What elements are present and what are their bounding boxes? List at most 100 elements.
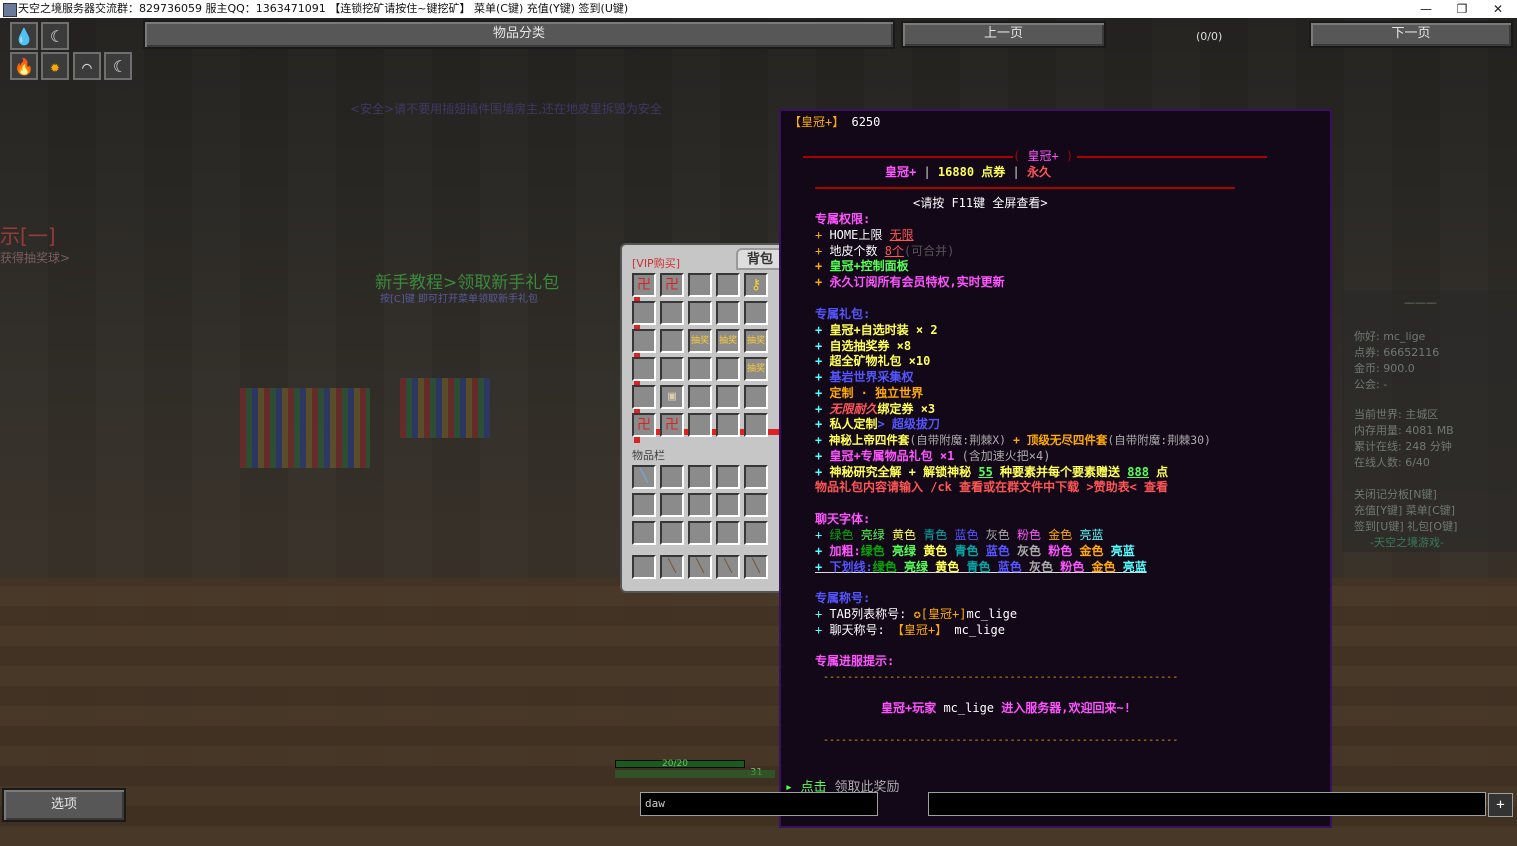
titles-title: 专属称号:: [815, 591, 871, 605]
gui-slot[interactable]: [688, 357, 712, 381]
privileges-title: 专属权限:: [815, 212, 871, 226]
gui-slot[interactable]: [632, 385, 656, 409]
inventory-slot[interactable]: [716, 465, 740, 489]
chat-input[interactable]: daw: [640, 792, 878, 816]
xp-text: 20/20: [662, 759, 688, 769]
gui-slot[interactable]: [688, 301, 712, 325]
inventory-slot[interactable]: [660, 493, 684, 517]
command-input[interactable]: [928, 792, 1486, 816]
inventory-slot[interactable]: [660, 521, 684, 545]
chat-font-colors: + 绿色 亮绿 黄色 青色 蓝色 灰色 粉色 金色 亮蓝: [815, 528, 1104, 542]
gui-slot[interactable]: [660, 329, 684, 353]
book-item-slot[interactable]: ▣: [660, 385, 684, 409]
scoreboard-line: 当前世界: 主城区: [1354, 408, 1439, 421]
gift-line: + 神秘上帝四件套(自带附魔:荆棘X) + 顶级无尽四件套(自带附魔:荆棘30): [815, 433, 1211, 447]
gui-slot[interactable]: [688, 273, 712, 297]
hotbar-slot[interactable]: ╲: [660, 555, 684, 579]
inventory-slot[interactable]: ╲: [632, 465, 656, 489]
scoreboard-divider: ———: [1404, 296, 1437, 309]
gui-slot[interactable]: [744, 385, 768, 409]
minimize-icon[interactable]: —: [1408, 0, 1444, 18]
inventory-slot[interactable]: [744, 465, 768, 489]
bookshelf: [400, 378, 490, 438]
app-icon: [3, 3, 17, 17]
scoreboard-sidebar: ——— 你好: mc_lige 点券: 66652116 金币: 900.0 公…: [1342, 290, 1517, 552]
gui-slot[interactable]: 卍: [660, 273, 684, 297]
scoreboard-line: 签到[U键] 礼包[O键]: [1354, 520, 1458, 533]
scoreboard-line: 你好: mc_lige: [1354, 330, 1426, 343]
gift-note: 物品礼包内容请输入 /ck 查看或在群文件中下载 >赞助表< 查看: [815, 480, 1169, 494]
inventory-slot[interactable]: [632, 521, 656, 545]
gift-line: + 皇冠+自选时装 × 2: [815, 323, 938, 337]
plus-button[interactable]: +: [1488, 793, 1513, 817]
scoreboard-line: 公会: -: [1354, 378, 1388, 391]
inventory-slot[interactable]: [716, 493, 740, 517]
scoreboard-line: 内存用量: 4081 MB: [1354, 424, 1454, 437]
bookshelf: [240, 388, 370, 468]
item-tooltip: 【皇冠+】 6250 ( 皇冠+ ) 皇冠+ | 16880 点券 | 永久 <…: [779, 109, 1332, 828]
gui-slot[interactable]: [716, 273, 740, 297]
gui-slot[interactable]: [632, 357, 656, 381]
vip-shop-title: [VIP购买]: [632, 257, 680, 270]
options-button[interactable]: 选项: [2, 788, 126, 822]
join-message: 皇冠+玩家 mc_lige 进入服务器,欢迎回来~!: [881, 701, 1131, 715]
xp-bar: [615, 770, 775, 778]
gui-slot[interactable]: [716, 385, 740, 409]
key-item-slot[interactable]: ⚷: [744, 273, 768, 297]
gui-slot[interactable]: 卍: [632, 413, 656, 437]
scoreboard-line: -天空之境游戏-: [1370, 536, 1444, 549]
decor-line: [803, 156, 1013, 158]
divider-line: ----------------------------------------…: [823, 735, 1179, 746]
window-title: 天空之境服务器交流群：829736059 服主QQ：1363471091 【连锁…: [18, 2, 629, 15]
tooltip-item-name: 【皇冠+】 6250: [789, 115, 881, 129]
gui-slot[interactable]: [716, 413, 740, 437]
hotbar-slot[interactable]: [632, 555, 656, 579]
gui-slot[interactable]: [688, 385, 712, 409]
restore-icon[interactable]: ❐: [1444, 0, 1480, 18]
prev-page-button[interactable]: 上一页: [901, 21, 1106, 48]
next-page-button[interactable]: 下一页: [1309, 21, 1513, 48]
inventory-label: 物品栏: [632, 449, 665, 462]
lottery-ticket-slot[interactable]: 抽奖1: [688, 329, 712, 353]
gui-slot[interactable]: [688, 413, 712, 437]
hotbar-slot[interactable]: ╲: [688, 555, 712, 579]
gui-slot[interactable]: [660, 301, 684, 325]
effect-crescent-icon: ☾: [104, 52, 132, 80]
lottery-ticket-slot[interactable]: 抽奖3: [744, 329, 768, 353]
chat-font-bold: + 加粗:绿色 亮绿 黄色 青色 蓝色 灰色 粉色 金色 亮蓝: [815, 544, 1135, 558]
inventory-slot[interactable]: [660, 465, 684, 489]
gui-slot[interactable]: [660, 357, 684, 381]
bag-tab[interactable]: 背包: [736, 248, 784, 270]
tab-title-line: + TAB列表称号: ✪[皇冠+]mc_lige: [815, 607, 1018, 621]
gui-slot[interactable]: [716, 301, 740, 325]
left-sign-title: 示[一]: [0, 224, 56, 248]
privilege-line: + 皇冠+控制面板: [815, 259, 909, 273]
privilege-line: + 地皮个数 8个(可合并): [815, 244, 955, 258]
hotbar-slot[interactable]: ╲: [716, 555, 740, 579]
inventory-slot[interactable]: [688, 493, 712, 517]
gui-slot[interactable]: 卍: [660, 413, 684, 437]
gui-slot[interactable]: [632, 301, 656, 325]
scoreboard-line: 充值[Y键] 菜单[C键]: [1354, 504, 1456, 517]
gui-slot[interactable]: [716, 357, 740, 381]
hotbar-slot[interactable]: ╲: [744, 555, 768, 579]
inventory-slot[interactable]: [688, 521, 712, 545]
inventory-slot[interactable]: [744, 521, 768, 545]
gift-line: + 定制 · 独立世界: [815, 386, 924, 400]
category-button[interactable]: 物品分类: [143, 20, 895, 49]
gui-slot[interactable]: 卍: [632, 273, 656, 297]
lottery-ticket-slot[interactable]: 抽奖2: [716, 329, 740, 353]
inventory-slot[interactable]: [632, 493, 656, 517]
close-icon[interactable]: ✕: [1480, 0, 1516, 18]
inventory-slot[interactable]: [688, 465, 712, 489]
gui-slot[interactable]: [632, 329, 656, 353]
inventory-slot[interactable]: [716, 521, 740, 545]
page-indicator: (0/0): [1196, 30, 1223, 43]
gui-slot[interactable]: [744, 301, 768, 325]
vip-shop-gui: [VIP购买] 背包 卍 卍 ⚷ 抽奖1 抽奖2 抽奖3 抽奖 ▣ 卍 卍 物品…: [620, 243, 788, 593]
gift-line: + 基岩世界采集权: [815, 370, 914, 384]
inventory-slot[interactable]: [744, 493, 768, 517]
gifts-title: 专属礼包:: [815, 307, 871, 321]
gui-slot[interactable]: [744, 413, 768, 437]
lottery-ticket-slot[interactable]: 抽奖: [744, 357, 768, 381]
